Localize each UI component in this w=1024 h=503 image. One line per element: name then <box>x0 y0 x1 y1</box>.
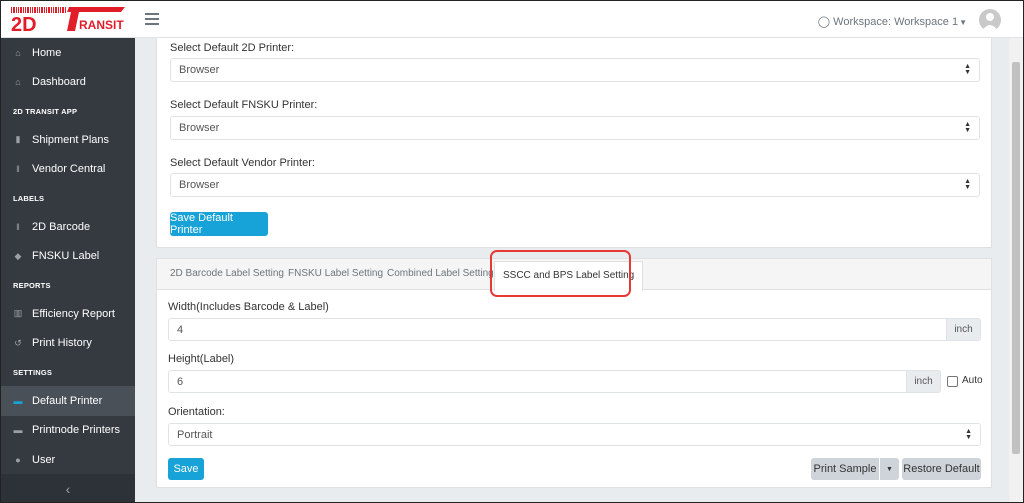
select-2d-printer[interactable]: Browser ▲ ▼ <box>170 58 980 82</box>
label-settings-tabs: 2D Barcode Label Setting FNSKU Label Set… <box>157 250 991 297</box>
sort-arrows-icon: ▲ ▼ <box>965 428 972 441</box>
user-outline-icon: ◯ <box>817 16 831 28</box>
sidebar-item-label: Print History <box>32 337 92 350</box>
sidebar-item-user[interactable]: ● User <box>1 445 135 475</box>
auto-label: Auto <box>962 375 983 386</box>
sidebar-item-label: FNSKU Label <box>32 250 100 263</box>
user-icon: ● <box>15 454 21 465</box>
select-2d-printer-label: Select Default 2D Printer: <box>170 42 295 54</box>
sort-arrows-icon: ▲ ▼ <box>964 63 971 76</box>
width-unit: inch <box>947 318 981 341</box>
sidebar-item-label: Dashboard <box>32 76 86 89</box>
sidebar-item-label: 2D Barcode <box>32 220 91 233</box>
tab-fnsku-label-setting[interactable]: FNSKU Label Setting <box>288 268 383 279</box>
label-settings-card: 2D Barcode Label Setting FNSKU Label Set… <box>156 250 992 488</box>
select-value: Browser <box>179 122 220 134</box>
scrollbar-thumb[interactable] <box>1012 62 1020 454</box>
sidebar-item-efficiency-report[interactable]: ▥ Efficiency Report <box>1 299 135 329</box>
select-fnsku-printer-label: Select Default FNSKU Printer: <box>170 99 318 111</box>
workspace-label: Workspace: Workspace 1 <box>833 16 959 28</box>
brand-logo: 2D RANSIT <box>11 7 125 33</box>
sidebar-collapse-button[interactable]: ‹ <box>1 474 135 502</box>
save-default-printer-button[interactable]: Save Default Printer <box>170 212 268 236</box>
sidebar-item-vendor-central[interactable]: ‖ Vendor Central <box>1 155 135 185</box>
truck-icon: ▮ <box>15 134 21 145</box>
sidebar-item-default-printer[interactable]: ▬ Default Printer <box>1 386 135 416</box>
caret-down-icon: ▼ <box>886 465 893 473</box>
menu-toggle-button[interactable] <box>145 13 159 25</box>
history-icon: ↺ <box>14 337 22 348</box>
height-label: Height(Label) <box>168 353 235 365</box>
sidebar-item-home[interactable]: ⌂ Home <box>1 38 135 68</box>
page-scrollbar[interactable] <box>1009 38 1023 502</box>
avatar-icon <box>982 13 998 31</box>
sidebar-item-label: Printnode Printers <box>32 424 121 437</box>
orientation-select[interactable]: Portrait ▲ ▼ <box>168 423 981 446</box>
printer-icon: ▬ <box>13 395 23 406</box>
height-input[interactable]: 6 <box>168 370 907 393</box>
sidebar-item-print-history[interactable]: ↺ Print History <box>1 329 135 359</box>
sidebar-heading: LABELS <box>13 193 45 203</box>
top-bar: 2D RANSIT ◯ Workspace: Workspace 1▼ <box>1 1 1023 38</box>
select-vendor-printer[interactable]: Browser ▲ ▼ <box>170 173 980 197</box>
select-value: Browser <box>179 179 220 191</box>
sidebar-item-label: Default Printer <box>32 394 103 407</box>
sort-arrows-icon: ▲ ▼ <box>964 178 971 191</box>
user-avatar[interactable] <box>979 9 1001 31</box>
dashboard-icon: ⌂ <box>15 77 21 88</box>
sidebar-heading: 2D TRANSIT APP <box>13 106 78 116</box>
printer-icon: ▬ <box>13 425 23 436</box>
caret-down-icon: ▼ <box>959 18 967 27</box>
width-label: Width(Includes Barcode & Label) <box>168 301 329 313</box>
sidebar-item-label: Efficiency Report <box>32 307 115 320</box>
svg-text:RANSIT: RANSIT <box>79 18 124 32</box>
tab-combined-label-setting[interactable]: Combined Label Setting <box>387 268 494 279</box>
orientation-label: Orientation: <box>168 406 225 418</box>
print-sample-dropdown-button[interactable]: ▼ <box>880 458 899 480</box>
active-tab-highlight <box>490 250 631 297</box>
select-value: Portrait <box>177 428 213 441</box>
sidebar-item-label: Shipment Plans <box>32 133 110 146</box>
select-fnsku-printer[interactable]: Browser ▲ ▼ <box>170 116 980 140</box>
save-button[interactable]: Save <box>168 458 204 480</box>
bar-chart-icon: ▥ <box>13 308 23 319</box>
auto-checkbox[interactable] <box>947 376 958 387</box>
height-unit: inch <box>907 370 941 393</box>
print-sample-button[interactable]: Print Sample <box>811 458 879 480</box>
tab-2d-barcode-label-setting[interactable]: 2D Barcode Label Setting <box>170 268 284 279</box>
select-vendor-printer-label: Select Default Vendor Printer: <box>170 157 315 169</box>
sidebar-item-label: Vendor Central <box>32 163 106 176</box>
sort-arrows-icon: ▲ ▼ <box>964 121 971 134</box>
chevron-left-icon: ‹ <box>65 481 71 497</box>
sidebar-item-shipment-plans[interactable]: ▮ Shipment Plans <box>1 125 135 155</box>
workspace-selector[interactable]: ◯ Workspace: Workspace 1▼ <box>818 15 967 28</box>
barcode-icon: ‖ <box>16 221 20 232</box>
app-window: 2D RANSIT ◯ Workspace: Workspace 1▼ ⌂ Hom… <box>0 0 1024 503</box>
width-input[interactable]: 4 <box>168 318 947 341</box>
sidebar-heading: REPORTS <box>13 280 51 290</box>
sidebar-item-label: Home <box>32 46 62 59</box>
sidebar-item-fnsku-label[interactable]: ◆ FNSKU Label <box>1 242 135 272</box>
sidebar-item-label: User <box>32 453 56 466</box>
tag-icon: ◆ <box>14 250 22 261</box>
restore-default-button[interactable]: Restore Default <box>902 458 981 480</box>
select-value: Browser <box>179 64 220 76</box>
sidebar: ⌂ Home ⌂ Dashboard 2D TRANSIT APP ▮ Shipmen… <box>1 38 135 502</box>
sidebar-item-2d-barcode[interactable]: ‖ 2D Barcode <box>1 212 135 242</box>
home-icon: ⌂ <box>15 47 21 58</box>
sidebar-heading: SETTINGS <box>13 367 53 377</box>
barcode-icon: ‖ <box>16 164 20 175</box>
sidebar-item-printnode-printers[interactable]: ▬ Printnode Printers <box>1 416 135 446</box>
default-printer-card: Select Default 2D Printer: Browser ▲ ▼ Se… <box>156 38 992 248</box>
sidebar-item-dashboard[interactable]: ⌂ Dashboard <box>1 68 135 98</box>
svg-text:2D: 2D <box>11 14 37 33</box>
